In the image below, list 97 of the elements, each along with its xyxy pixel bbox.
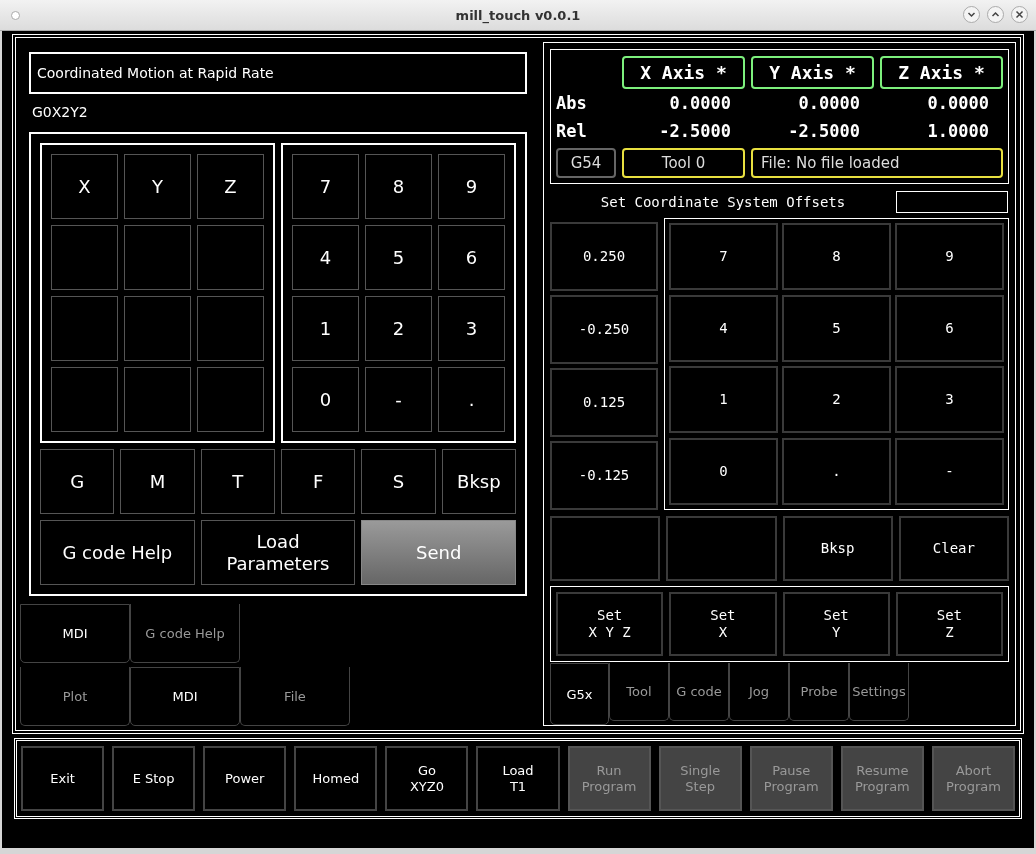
- tab[interactable]: Probe: [789, 663, 849, 721]
- number-key[interactable]: 3: [438, 296, 505, 361]
- tab[interactable]: Tool: [609, 663, 669, 721]
- coordinate-system-label: G54: [556, 148, 616, 178]
- row-label: Rel: [556, 120, 588, 143]
- number-key[interactable]: 1: [669, 366, 778, 433]
- number-key[interactable]: 9: [438, 154, 505, 219]
- axis-header[interactable]: X Axis *: [622, 56, 745, 89]
- blank-key[interactable]: [197, 367, 264, 432]
- axis-key[interactable]: X: [51, 154, 118, 219]
- letter-key[interactable]: S: [361, 449, 436, 514]
- number-key[interactable]: 9: [895, 223, 1004, 290]
- blank-key[interactable]: [51, 225, 118, 290]
- control-button[interactable]: E Stop: [112, 746, 196, 811]
- command-label: G0X2Y2: [32, 104, 89, 122]
- tab[interactable]: G code: [669, 663, 729, 721]
- axis-key[interactable]: Y: [124, 154, 191, 219]
- blank-key[interactable]: [51, 296, 118, 361]
- control-button[interactable]: Go XYZ0: [385, 746, 469, 811]
- axis-header[interactable]: Y Axis *: [751, 56, 874, 89]
- file-label: File: No file loaded: [751, 148, 1003, 178]
- set-button[interactable]: Set Y: [782, 592, 890, 656]
- tab[interactable]: Settings: [849, 663, 909, 721]
- increment-key[interactable]: -0.125: [550, 441, 658, 510]
- blank-key[interactable]: [124, 225, 191, 290]
- edit-key[interactable]: Clear: [898, 516, 1009, 581]
- blank-key[interactable]: [666, 516, 777, 581]
- number-key[interactable]: .: [782, 437, 891, 505]
- position-value: -2.5000: [658, 120, 732, 143]
- number-key[interactable]: 8: [782, 223, 891, 290]
- action-button[interactable]: Load Parameters: [200, 520, 356, 585]
- tab[interactable]: File: [240, 667, 350, 726]
- tab[interactable]: G code Help: [130, 604, 240, 663]
- maximize-icon[interactable]: [987, 6, 1004, 23]
- number-key[interactable]: 4: [292, 225, 359, 290]
- tab[interactable]: Plot: [20, 667, 130, 726]
- edit-key[interactable]: Bksp: [782, 516, 893, 581]
- window-menu-icon[interactable]: [11, 11, 20, 20]
- control-button[interactable]: Exit: [21, 746, 105, 811]
- number-key[interactable]: 7: [292, 154, 359, 219]
- increment-key[interactable]: 0.125: [550, 368, 658, 437]
- blank-key[interactable]: [124, 367, 191, 432]
- tab[interactable]: Jog: [729, 663, 789, 721]
- control-button[interactable]: Load T1: [476, 746, 560, 811]
- position-value: 0.0000: [668, 92, 732, 115]
- number-key[interactable]: 2: [782, 366, 891, 433]
- number-key[interactable]: 0: [669, 437, 778, 505]
- number-key[interactable]: 3: [895, 366, 1004, 433]
- position-value: 0.0000: [797, 92, 861, 115]
- number-key[interactable]: 5: [782, 294, 891, 362]
- blank-key[interactable]: [124, 296, 191, 361]
- tool-label: Tool 0: [622, 148, 745, 178]
- letter-key[interactable]: G: [40, 449, 115, 514]
- blank-key[interactable]: [197, 225, 264, 290]
- blank-key[interactable]: [51, 367, 118, 432]
- control-button[interactable]: Homed: [294, 746, 378, 811]
- send-button[interactable]: Send: [361, 520, 516, 585]
- set-button[interactable]: Set X Y Z: [556, 592, 664, 656]
- control-button[interactable]: Power: [203, 746, 287, 811]
- blank-key[interactable]: [550, 516, 661, 581]
- number-key[interactable]: 2: [365, 296, 432, 361]
- offset-input-field[interactable]: [896, 191, 1008, 213]
- increment-key[interactable]: -0.250: [550, 295, 658, 364]
- number-key[interactable]: 5: [365, 225, 432, 290]
- position-value: 0.0000: [926, 92, 990, 115]
- number-key[interactable]: .: [438, 367, 505, 432]
- axis-header[interactable]: Z Axis *: [880, 56, 1003, 89]
- number-key[interactable]: -: [365, 367, 432, 432]
- number-key[interactable]: 4: [669, 294, 778, 362]
- tab[interactable]: MDI: [130, 667, 240, 726]
- close-icon[interactable]: [1011, 6, 1028, 23]
- blank-key[interactable]: [197, 296, 264, 361]
- position-value: 1.0000: [926, 120, 990, 143]
- number-key[interactable]: 1: [292, 296, 359, 361]
- number-key[interactable]: 6: [438, 225, 505, 290]
- minimize-icon[interactable]: [963, 6, 980, 23]
- tab[interactable]: G5x: [550, 663, 609, 725]
- increment-key[interactable]: 0.250: [550, 222, 658, 291]
- letter-key[interactable]: Bksp: [441, 449, 516, 514]
- number-key[interactable]: 8: [365, 154, 432, 219]
- offsets-title: Set Coordinate System Offsets: [599, 194, 847, 210]
- letter-key[interactable]: T: [200, 449, 275, 514]
- window-title: mill_touch v0.0.1: [455, 7, 581, 23]
- number-key[interactable]: 7: [669, 223, 778, 290]
- set-button[interactable]: Set Z: [895, 592, 1003, 656]
- axis-key[interactable]: Z: [197, 154, 264, 219]
- status-field: Coordinated Motion at Rapid Rate: [29, 52, 527, 94]
- number-key[interactable]: 0: [292, 367, 359, 432]
- number-key[interactable]: -: [895, 437, 1004, 505]
- letter-key[interactable]: F: [281, 449, 356, 514]
- action-button[interactable]: G code Help: [40, 520, 195, 585]
- tab[interactable]: MDI: [20, 604, 130, 663]
- row-label: Abs: [556, 92, 588, 115]
- number-key[interactable]: 6: [895, 294, 1004, 362]
- letter-key[interactable]: M: [120, 449, 195, 514]
- position-value: -2.5000: [787, 120, 861, 143]
- set-button[interactable]: Set X: [669, 592, 777, 656]
